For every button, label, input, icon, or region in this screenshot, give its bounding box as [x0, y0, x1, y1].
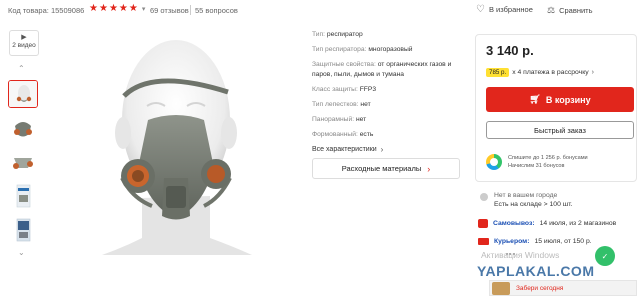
chevron-right-icon: › — [591, 69, 594, 76]
stock-status-icon — [480, 193, 488, 201]
specs-list: Тип: респиратор Тип респиратора: многора… — [312, 30, 462, 154]
courier-text: 15 июля, от 150 р. — [534, 238, 592, 245]
bonus-line-1: Спишите до 1 256 р. бонусами — [508, 155, 588, 161]
thumbnail-strip: ▶ 2 видео ⌃ ⌄ — [6, 30, 40, 295]
stock-status: Нет в вашем городе Есть на складе > 100 … — [480, 191, 572, 209]
rating-stars[interactable]: ★ ★ ★ ★ ★ ▾ — [89, 4, 145, 14]
installment-badge: 785 р. — [486, 68, 510, 77]
pickup-text: 14 июля, из 2 магазинов — [539, 220, 617, 227]
stock-line-1: Нет в вашем городе — [494, 192, 558, 199]
heart-icon: ♡ — [476, 4, 485, 15]
product-header: Код товара: 15509086 ★ ★ ★ ★ ★ ▾ 69 отзы… — [0, 0, 640, 22]
windows-activation-watermark: Активация Windows — [481, 250, 560, 260]
compare-icon: ⚖ — [547, 5, 556, 15]
chevron-down-icon[interactable]: ⌄ — [18, 248, 25, 257]
video-button[interactable]: ▶ 2 видео — [9, 30, 39, 56]
installment-link[interactable]: 785 р. х 4 платежа в рассрочку › — [486, 68, 594, 77]
thumbnail-2[interactable] — [8, 114, 38, 142]
star-icon: ★ — [98, 3, 108, 14]
spec-row: Тип: респиратор — [312, 31, 363, 38]
thumbnail-1[interactable] — [8, 80, 38, 108]
all-specs-link[interactable]: Все характеристики › — [312, 145, 462, 154]
all-specs-label: Все характеристики — [312, 146, 377, 153]
chevron-right-icon: › — [380, 145, 384, 154]
quick-order-button[interactable]: Быстрый заказ — [486, 121, 634, 139]
chat-button[interactable]: ✓ — [595, 246, 615, 266]
bonus-icon — [486, 154, 502, 170]
thumbnail-4[interactable] — [8, 182, 38, 210]
truck-icon — [478, 238, 489, 245]
pickup-label: Самовывоз: — [493, 220, 535, 227]
bonus-line-2: Начислим 31 бонусов — [508, 163, 565, 169]
thumbnail-5[interactable] — [8, 216, 38, 244]
price: 3 140 р. — [486, 43, 534, 58]
pickup-delivery[interactable]: Самовывоз: 14 июля, из 2 магазинов — [478, 219, 616, 228]
stock-line-2: Есть на складе > 100 шт. — [494, 201, 573, 208]
chevron-right-icon: › — [427, 163, 431, 174]
star-icon: ★ — [89, 3, 98, 14]
check-icon: ✓ — [601, 251, 609, 261]
play-icon: ▶ — [21, 34, 27, 41]
add-to-cart-button[interactable]: 🛒︎ В корзину — [486, 87, 634, 112]
site-logo: YAPLAKAL.COM — [477, 263, 595, 279]
installment-text: х 4 платежа в рассрочку — [512, 69, 589, 76]
chevron-up-icon[interactable]: ⌃ — [18, 64, 25, 73]
consumables-button[interactable]: Расходные материалы › — [312, 158, 460, 179]
compare-label: Сравнить — [559, 6, 593, 15]
questions-link[interactable]: 55 вопросов — [195, 6, 238, 15]
reward-thumbnail — [492, 281, 510, 295]
star-icon: ★ — [108, 3, 118, 14]
thumbnail-3[interactable] — [8, 148, 38, 176]
reward-text: Забери сегодня — [516, 284, 564, 292]
spec-row: Панорамный: нет — [312, 116, 367, 123]
cart-icon: 🛒︎ — [529, 94, 541, 104]
star-icon: ★ — [118, 3, 128, 14]
cart-button-label: В корзину — [545, 94, 591, 105]
reviews-link[interactable]: 69 отзывов — [150, 6, 189, 15]
reward-banner[interactable]: Забери сегодня — [489, 280, 637, 296]
consumables-label: Расходные материалы — [341, 164, 422, 173]
spec-row: Класс защиты: FFP3 — [312, 86, 377, 93]
spec-row: Защитные свойства: от органических газов… — [312, 61, 452, 78]
store-icon — [478, 219, 488, 228]
compare-button[interactable]: ⚖ Сравнить — [547, 5, 593, 16]
favorites-label: В избранное — [488, 5, 533, 14]
divider — [190, 5, 191, 15]
spec-row: Тип лепестков: нет — [312, 101, 371, 108]
product-main-image[interactable] — [92, 28, 260, 255]
favorites-button[interactable]: ♡ В избранное — [476, 4, 533, 15]
star-icon: ★ — [128, 3, 138, 14]
bonus-info: Спишите до 1 256 р. бонусами Начислим 31… — [486, 148, 634, 176]
video-label: 2 видео — [12, 42, 36, 49]
product-code: Код товара: 15509086 — [8, 6, 85, 15]
courier-label: Курьером: — [494, 238, 530, 245]
courier-delivery[interactable]: Курьером: 15 июля, от 150 р. — [478, 238, 592, 245]
spec-row: Формованный: есть — [312, 131, 374, 138]
chevron-down-icon: ▾ — [141, 6, 146, 13]
spec-row: Тип респиратора: многоразовый — [312, 46, 413, 53]
buy-box: 3 140 р. 785 р. х 4 платежа в рассрочку … — [475, 34, 637, 182]
